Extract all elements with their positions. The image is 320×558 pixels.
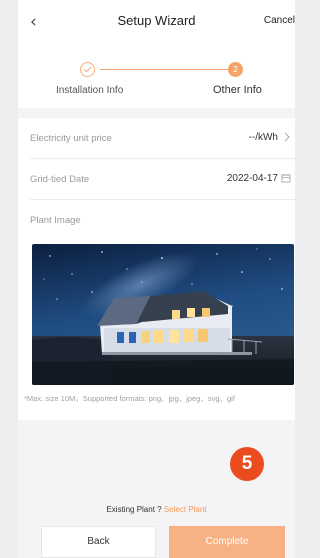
setup-wizard-screen: ‹ Setup Wizard Cancel 2 Installation Inf…	[18, 0, 295, 558]
plant-image[interactable]	[32, 244, 294, 385]
other-info-form: Electricity unit price --/kWh Grid-tied …	[18, 118, 295, 420]
electricity-price-value: --/kWh	[248, 132, 278, 143]
cancel-button[interactable]: Cancel	[264, 15, 295, 26]
step-number-badge: 5	[230, 447, 264, 481]
electricity-price-row[interactable]: Electricity unit price --/kWh	[30, 118, 295, 159]
grid-tied-date-value: 2022-04-17	[226, 173, 278, 184]
complete-button[interactable]: Complete	[169, 526, 285, 558]
image-format-hint: *Max. size 10M，Supported formats: png、jp…	[24, 394, 235, 403]
page-title: Setup Wizard	[117, 13, 196, 28]
grid-tied-date-label: Grid-tied Date	[30, 174, 90, 185]
calendar-icon	[281, 173, 291, 186]
plant-image-label: Plant Image	[30, 215, 81, 226]
existing-plant-prompt: Existing Plant ? Select Plant	[18, 505, 295, 514]
header-bar: ‹ Setup Wizard Cancel	[18, 0, 295, 44]
back-button[interactable]: Back	[41, 526, 156, 558]
grid-tied-date-row[interactable]: Grid-tied Date 2022-04-17	[30, 159, 295, 200]
chevron-right-icon	[283, 132, 291, 145]
electricity-price-label: Electricity unit price	[30, 133, 112, 144]
check-icon	[80, 62, 95, 77]
step-label-other-info: Other Info	[213, 84, 262, 96]
step-connector-line	[100, 69, 228, 70]
step-2-indicator: 2	[228, 62, 243, 77]
step-label-installation-info: Installation Info	[56, 85, 124, 96]
select-plant-link[interactable]: Select Plant	[164, 505, 207, 514]
existing-plant-text: Existing Plant ?	[106, 505, 162, 514]
progress-steps: 2 Installation Info Other Info	[18, 44, 295, 108]
